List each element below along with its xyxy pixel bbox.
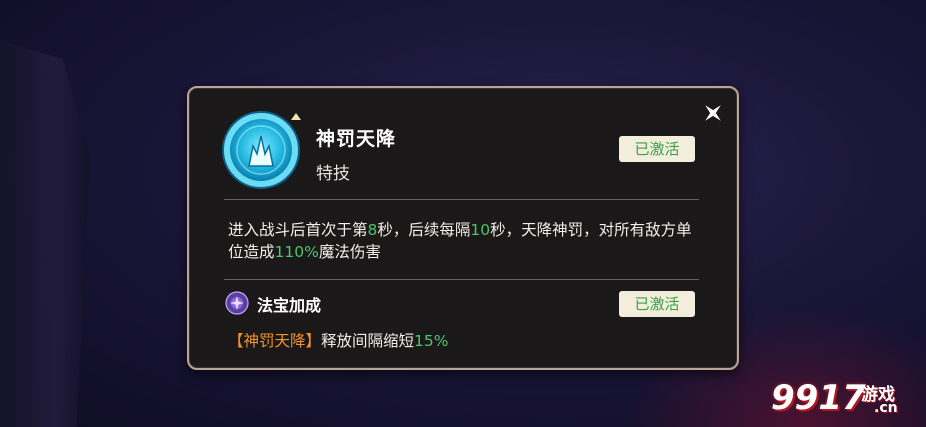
desc-value: 8 (367, 221, 378, 239)
skill-name: 神罚天降 (316, 128, 397, 150)
desc-text: 魔法伤害 (318, 243, 381, 261)
site-watermark: 9917 游戏 .cn (771, 378, 923, 422)
desc-text: 进入战斗后首次于第 (228, 221, 368, 239)
upgrade-arrow-icon (288, 109, 304, 125)
skill-description: 进入战斗后首次于第8秒，后续每隔10秒，天降神罚，对所有敌方单位造成110%魔法… (228, 219, 698, 263)
watermark-domain: .cn (874, 400, 898, 416)
desc-value: 110% (274, 243, 319, 261)
bonus-skill-name: 【神罚天降】 (228, 332, 322, 350)
skill-status-badge: 已激活 (619, 136, 695, 162)
desc-text: 秒，后续每隔 (377, 221, 471, 239)
treasure-status-badge: 已激活 (619, 291, 695, 317)
watermark-number: 9917 (771, 378, 866, 418)
treasure-title: 法宝加成 (257, 296, 322, 315)
bonus-text: 释放间隔缩短 (321, 332, 415, 350)
divider (224, 199, 699, 200)
bonus-value: 15% (414, 332, 449, 350)
divider (224, 279, 699, 280)
background-rock (0, 40, 90, 427)
treasure-gem-icon (225, 291, 249, 315)
desc-value: 10 (470, 221, 491, 239)
treasure-bonus: 【神罚天降】释放间隔缩短15% (228, 329, 448, 351)
close-icon[interactable] (700, 100, 726, 126)
skill-type: 特技 (316, 164, 350, 184)
